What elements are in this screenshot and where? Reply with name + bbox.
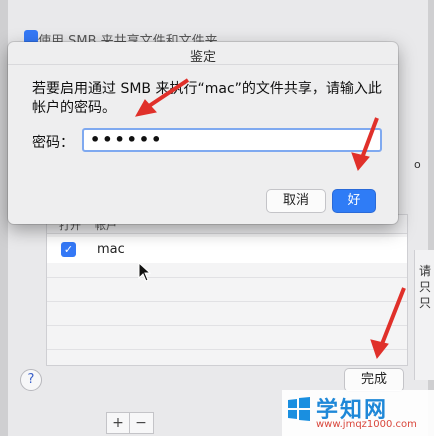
account-enable-checkbox[interactable]: ✓ — [61, 242, 76, 257]
windows-logo-icon — [288, 397, 310, 421]
side-partial-text: o — [414, 158, 421, 168]
mouse-pointer-icon — [138, 262, 152, 282]
table-row[interactable]: ✓ mac — [47, 237, 407, 263]
password-label: 密码： — [32, 135, 74, 151]
add-remove-control: + − — [106, 412, 154, 434]
authentication-dialog: 鉴定 若要启用通过 SMB 来执行“mac”的文件共享，请输入此帐户的密码。 密… — [8, 42, 398, 224]
help-button[interactable]: ? — [20, 369, 42, 391]
side-text-line: 只 — [419, 296, 432, 310]
dialog-message: 若要启用通过 SMB 来执行“mac”的文件共享，请输入此帐户的密码。 — [32, 81, 382, 116]
row-divider — [47, 325, 407, 326]
side-text-line: 请 — [419, 264, 432, 278]
side-text-line: 只 — [419, 280, 432, 294]
row-divider — [47, 349, 407, 350]
side-info-panel: 请 只 只 — [414, 250, 434, 380]
done-button[interactable]: 完成 — [344, 368, 404, 392]
remove-account-button[interactable]: − — [129, 413, 152, 433]
watermark-url: www.jmqz1000.com — [316, 419, 417, 430]
dialog-title: 鉴定 — [189, 50, 216, 65]
password-field[interactable]: •••••• — [82, 128, 382, 152]
cancel-button[interactable]: 取消 — [266, 189, 326, 213]
row-divider — [47, 301, 407, 302]
dialog-titlebar[interactable]: 鉴定 — [8, 42, 398, 65]
row-divider — [47, 277, 407, 278]
accounts-table: 打开 帐户 ✓ mac — [46, 214, 408, 366]
add-account-button[interactable]: + — [107, 413, 129, 433]
account-name: mac — [97, 242, 125, 257]
ok-button[interactable]: 好 — [332, 189, 376, 213]
site-watermark: 学知网 www.jmqz1000.com — [282, 390, 434, 436]
